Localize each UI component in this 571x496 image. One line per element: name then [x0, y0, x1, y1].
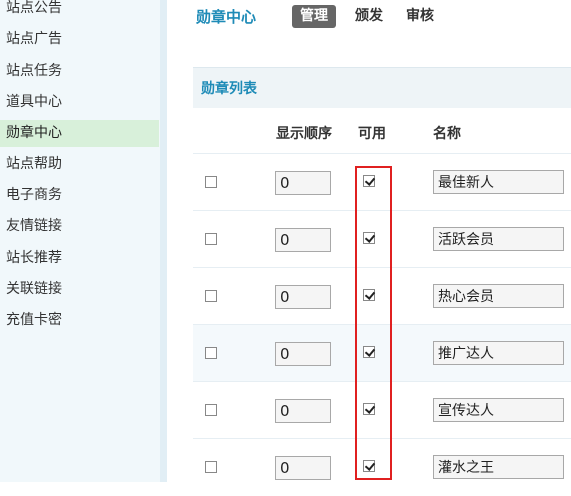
- table-row: [193, 438, 571, 496]
- order-input[interactable]: [275, 171, 331, 195]
- order-input[interactable]: [275, 399, 331, 423]
- row-select-checkbox[interactable]: [205, 404, 217, 416]
- order-input[interactable]: [275, 228, 331, 252]
- row-select-checkbox[interactable]: [205, 461, 217, 473]
- table-row: [193, 381, 571, 439]
- tab-review[interactable]: 审核: [406, 5, 434, 28]
- name-input[interactable]: [433, 170, 564, 194]
- available-checkbox[interactable]: [363, 289, 375, 301]
- list-header: 勋章列表: [193, 67, 571, 108]
- sidebar: 站点公告 站点广告 站点任务 道具中心 勋章中心 站点帮助 电子商务 友情链接 …: [0, 0, 160, 482]
- column-header-order: 显示顺序: [276, 126, 332, 142]
- table-row: [193, 153, 571, 211]
- list-title: 勋章列表: [201, 81, 257, 97]
- sidebar-divider: [160, 0, 167, 482]
- table-row: [193, 267, 571, 325]
- sidebar-item-related-links[interactable]: 关联链接: [0, 276, 160, 303]
- available-checkbox[interactable]: [363, 232, 375, 244]
- available-checkbox[interactable]: [363, 175, 375, 187]
- column-header-available: 可用: [358, 126, 386, 142]
- tab-award[interactable]: 颁发: [355, 5, 383, 28]
- order-input[interactable]: [275, 456, 331, 480]
- name-input[interactable]: [433, 227, 564, 251]
- sidebar-item-help[interactable]: 站点帮助: [0, 151, 160, 178]
- row-select-checkbox[interactable]: [205, 233, 217, 245]
- available-checkbox[interactable]: [363, 460, 375, 472]
- sidebar-item-tasks[interactable]: 站点任务: [0, 58, 160, 85]
- name-input[interactable]: [433, 341, 564, 365]
- name-input[interactable]: [433, 284, 564, 308]
- row-select-checkbox[interactable]: [205, 176, 217, 188]
- order-input[interactable]: [275, 285, 331, 309]
- sidebar-item-announcements[interactable]: 站点公告: [0, 0, 160, 22]
- name-input[interactable]: [433, 398, 564, 422]
- sidebar-item-medals[interactable]: 勋章中心: [0, 120, 159, 147]
- sidebar-item-props[interactable]: 道具中心: [0, 89, 160, 116]
- column-header-name: 名称: [433, 126, 461, 142]
- page-title: 勋章中心: [196, 8, 257, 26]
- sidebar-item-recharge-cards[interactable]: 充值卡密: [0, 307, 160, 334]
- available-checkbox[interactable]: [363, 403, 375, 415]
- order-input[interactable]: [275, 342, 331, 366]
- row-select-checkbox[interactable]: [205, 290, 217, 302]
- name-input[interactable]: [433, 455, 564, 479]
- sidebar-item-friend-links[interactable]: 友情链接: [0, 213, 160, 240]
- tab-manage[interactable]: 管理: [292, 5, 336, 28]
- sidebar-item-recommend[interactable]: 站长推荐: [0, 245, 160, 272]
- available-checkbox[interactable]: [363, 346, 375, 358]
- sidebar-item-ads[interactable]: 站点广告: [0, 26, 160, 53]
- row-select-checkbox[interactable]: [205, 347, 217, 359]
- sidebar-item-ecommerce[interactable]: 电子商务: [0, 182, 160, 209]
- table-row: [193, 324, 571, 382]
- table-row: [193, 210, 571, 268]
